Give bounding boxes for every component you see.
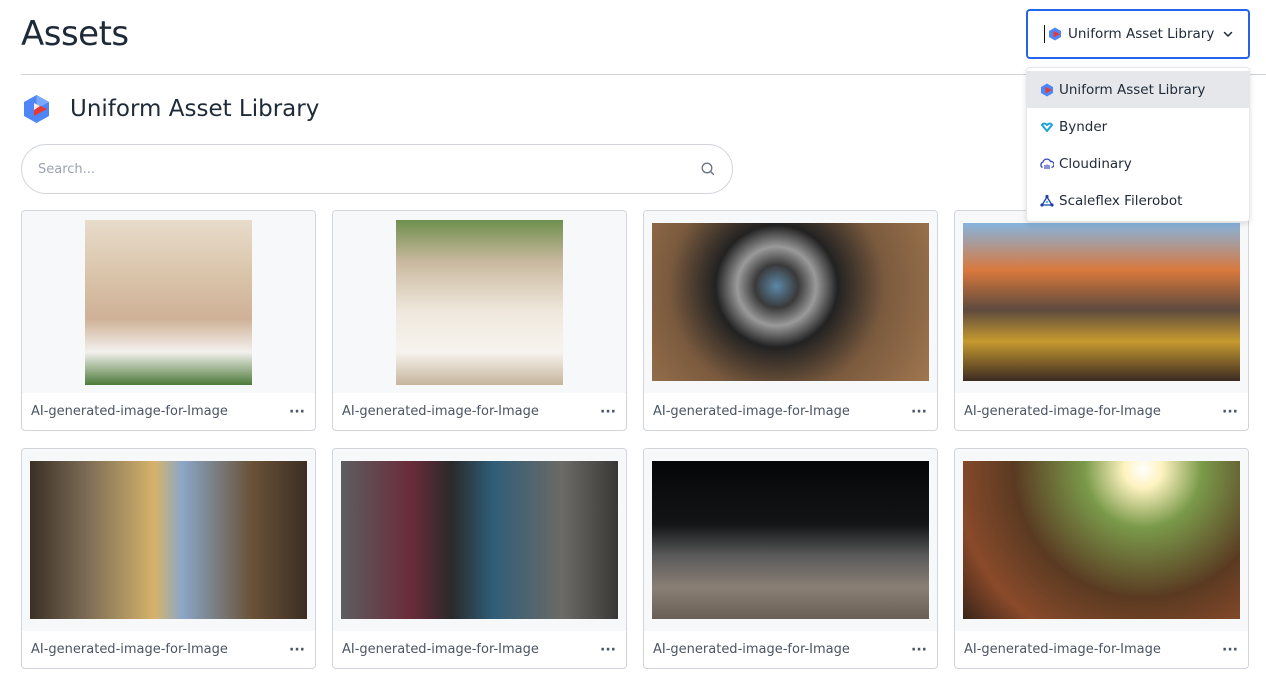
more-options-icon[interactable]: ··· (289, 405, 305, 419)
asset-thumbnail[interactable] (22, 211, 315, 393)
bynder-icon (1041, 122, 1053, 132)
more-options-icon[interactable]: ··· (1222, 643, 1238, 657)
search-input[interactable] (38, 161, 700, 177)
more-options-icon[interactable]: ··· (289, 643, 305, 657)
asset-card[interactable]: AI-generated-image-for-Image ··· (21, 210, 316, 431)
asset-thumbnail[interactable] (955, 449, 1248, 631)
asset-source-select[interactable]: Uniform Asset Library (1026, 9, 1250, 59)
asset-image (30, 461, 307, 619)
asset-image (85, 219, 252, 385)
text-cursor (1044, 25, 1045, 43)
asset-image (341, 461, 618, 619)
uniform-logo-icon (1041, 83, 1053, 96)
page-title: Assets (21, 14, 129, 54)
asset-card[interactable]: AI-generated-image-for-Image ··· (332, 448, 627, 669)
asset-image (963, 223, 1240, 381)
more-options-icon[interactable]: ··· (1222, 405, 1238, 419)
asset-name: AI-generated-image-for-Image (964, 642, 1161, 657)
uniform-logo-icon (24, 95, 49, 123)
asset-name: AI-generated-image-for-Image (342, 404, 539, 419)
chevron-down-icon[interactable] (1222, 28, 1234, 40)
menu-item-scaleflex-filerobot[interactable]: Scaleflex Filerobot (1027, 182, 1249, 219)
menu-item-label: Cloudinary (1059, 155, 1132, 172)
asset-image (652, 461, 929, 619)
menu-item-label: Bynder (1059, 118, 1108, 135)
more-options-icon[interactable]: ··· (911, 643, 927, 657)
asset-grid: AI-generated-image-for-Image ··· AI-gener… (21, 210, 1249, 669)
asset-name: AI-generated-image-for-Image (31, 642, 228, 657)
asset-thumbnail[interactable] (955, 211, 1248, 393)
asset-image (396, 219, 563, 385)
cloudinary-icon (1040, 157, 1054, 169)
library-title: Uniform Asset Library (70, 96, 320, 122)
asset-card[interactable]: AI-generated-image-for-Image ··· (21, 448, 316, 669)
selected-source-label: Uniform Asset Library (1068, 26, 1215, 42)
menu-item-uniform-asset-library[interactable]: Uniform Asset Library (1027, 71, 1249, 108)
asset-card[interactable]: AI-generated-image-for-Image ··· (332, 210, 627, 431)
menu-item-cloudinary[interactable]: Cloudinary (1027, 145, 1249, 182)
asset-image (652, 223, 929, 381)
library-header: Uniform Asset Library (23, 94, 319, 124)
asset-thumbnail[interactable] (333, 449, 626, 631)
search-field[interactable] (21, 144, 733, 194)
asset-thumbnail[interactable] (644, 211, 937, 393)
asset-thumbnail[interactable] (22, 449, 315, 631)
asset-name: AI-generated-image-for-Image (964, 404, 1161, 419)
asset-thumbnail[interactable] (644, 449, 937, 631)
asset-name: AI-generated-image-for-Image (342, 642, 539, 657)
asset-card[interactable]: AI-generated-image-for-Image ··· (954, 448, 1249, 669)
search-icon[interactable] (700, 161, 716, 177)
scaleflex-icon (1040, 194, 1054, 207)
asset-source-menu: Uniform Asset Library Bynder Cloudinary … (1026, 67, 1250, 222)
more-options-icon[interactable]: ··· (911, 405, 927, 419)
asset-name: AI-generated-image-for-Image (653, 642, 850, 657)
uniform-logo-icon (1049, 27, 1061, 41)
asset-name: AI-generated-image-for-Image (31, 404, 228, 419)
asset-name: AI-generated-image-for-Image (653, 404, 850, 419)
menu-item-bynder[interactable]: Bynder (1027, 108, 1249, 145)
menu-item-label: Scaleflex Filerobot (1059, 192, 1183, 209)
more-options-icon[interactable]: ··· (600, 405, 616, 419)
menu-item-label: Uniform Asset Library (1059, 81, 1206, 98)
asset-thumbnail[interactable] (333, 211, 626, 393)
asset-image (963, 461, 1240, 619)
asset-card[interactable]: AI-generated-image-for-Image ··· (643, 448, 938, 669)
more-options-icon[interactable]: ··· (600, 643, 616, 657)
asset-card[interactable]: AI-generated-image-for-Image ··· (643, 210, 938, 431)
asset-card[interactable]: AI-generated-image-for-Image ··· (954, 210, 1249, 431)
